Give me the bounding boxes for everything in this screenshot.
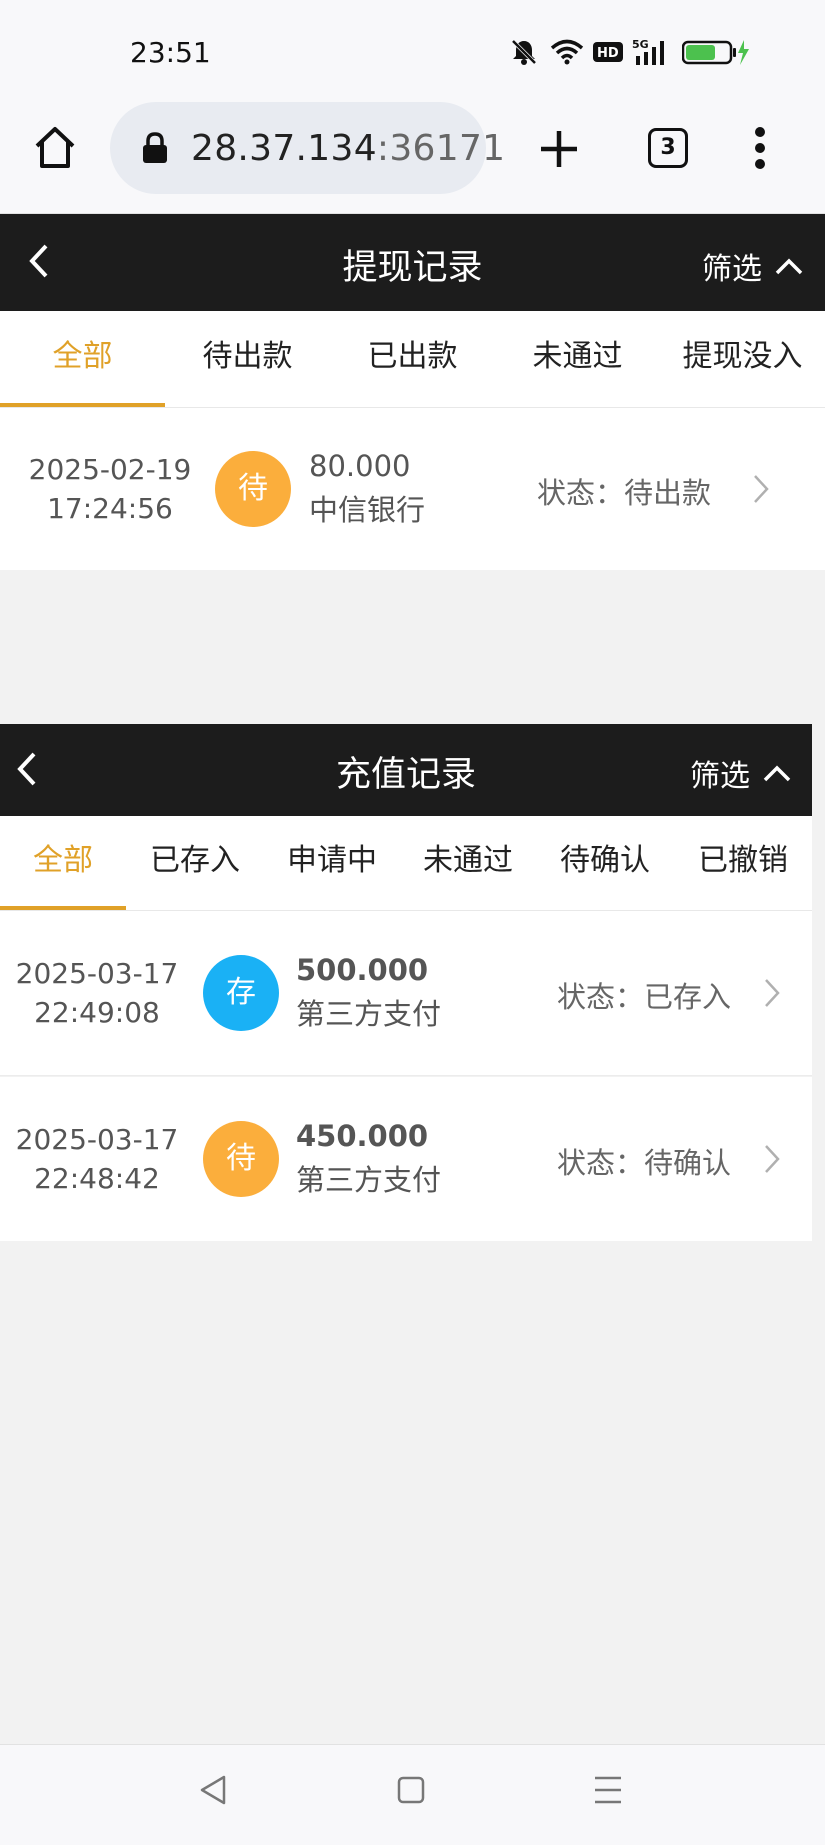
tab-deposit-0[interactable]: 全部 (0, 816, 126, 910)
hd-label: HD (597, 46, 619, 61)
battery-level-fill (686, 45, 715, 60)
record-time: 22:49:08 (34, 996, 160, 1029)
record-row[interactable]: 2025-02-19 17:24:56 待 80.000 中信银行 状态：待出款 (0, 408, 825, 570)
nav-home-button[interactable] (396, 1773, 426, 1807)
record-amount: 500.000 (296, 953, 429, 987)
wifi-icon (550, 39, 584, 65)
status-icons: HD 5G (510, 38, 752, 66)
lock-icon (142, 132, 168, 164)
system-navigation-bar (0, 1744, 825, 1845)
tab-count: 3 (660, 135, 676, 160)
record-payment-method: 中信银行 (309, 493, 426, 527)
network-label: 5G (632, 38, 649, 51)
url-host: 28.37.134 (191, 128, 377, 169)
deposit-header: 充值记录 筛选 (0, 724, 812, 816)
tab-deposit-3[interactable]: 未通过 (400, 816, 536, 910)
record-datetime: 2025-03-17 22:48:42 (7, 1120, 187, 1198)
tab-withdraw-4[interactable]: 提现没入 (660, 311, 825, 407)
record-datetime: 2025-03-17 22:49:08 (7, 954, 187, 1032)
tab-withdraw-2[interactable]: 已出款 (330, 311, 495, 407)
chevron-right-icon (763, 1143, 781, 1175)
chevron-right-icon (763, 977, 781, 1009)
record-date: 2025-03-17 (15, 957, 179, 990)
more-vert-icon (755, 127, 765, 169)
status-badge: 待 (203, 1121, 279, 1197)
record-amount: 450.000 (296, 1119, 429, 1153)
back-triangle-icon (200, 1775, 226, 1805)
plus-icon (541, 131, 577, 167)
deposit-status-tabs: 全部 已存入 申请中 未通过 待确认 已撤销 (0, 816, 812, 912)
mute-bell-icon (510, 39, 538, 65)
more-menu-button[interactable] (750, 126, 770, 170)
status-bar: 23:51 HD 5G (0, 0, 825, 100)
filter-label: 筛选 (702, 252, 762, 287)
record-payment-method: 第三方支付 (296, 1163, 442, 1197)
record-status: 状态：已存入 (557, 980, 732, 1014)
chevron-up-icon (763, 765, 791, 782)
tab-deposit-2[interactable]: 申请中 (264, 816, 400, 910)
filter-button[interactable]: 筛选 (702, 244, 804, 288)
status-badge: 存 (203, 955, 279, 1031)
record-time: 17:24:56 (47, 492, 173, 525)
address-bar[interactable]: 28.37.134:36171 (110, 102, 505, 194)
nav-back-button[interactable] (198, 1773, 228, 1807)
record-row[interactable]: 2025-03-17 22:49:08 存 500.000 第三方支付 状态：已存入 (0, 911, 812, 1075)
record-payment-method: 第三方支付 (296, 997, 442, 1031)
record-status: 状态：待出款 (537, 476, 712, 510)
record-row[interactable]: 2025-03-17 22:48:42 待 450.000 第三方支付 状态：待确认 (0, 1077, 812, 1241)
nav-recents-button[interactable] (592, 1773, 624, 1807)
home-icon (35, 127, 75, 168)
record-date: 2025-03-17 (15, 1123, 179, 1156)
status-time: 23:51 (130, 36, 211, 69)
tab-deposit-4[interactable]: 待确认 (536, 816, 674, 910)
tab-deposit-1[interactable]: 已存入 (126, 816, 264, 910)
home-button[interactable] (31, 124, 79, 172)
tabs-button[interactable]: 3 (648, 128, 688, 168)
withdraw-header: 提现记录 筛选 (0, 214, 825, 311)
hd-icon: HD (592, 40, 624, 64)
home-square-icon (397, 1776, 425, 1804)
filter-button[interactable]: 筛选 (690, 751, 792, 795)
url-text: 28.37.134:36171 (191, 128, 505, 169)
record-time: 22:48:42 (34, 1162, 160, 1195)
battery-charging-icon (682, 38, 752, 66)
browser-toolbar: 28.37.134:36171 3 (0, 100, 825, 214)
5g-signal-icon: 5G (632, 38, 672, 66)
new-tab-button[interactable] (538, 128, 580, 170)
tab-deposit-5[interactable]: 已撤销 (674, 816, 812, 910)
record-date: 2025-02-19 (28, 453, 192, 486)
record-datetime: 2025-02-19 17:24:56 (20, 450, 200, 528)
withdraw-status-tabs: 全部 待出款 已出款 未通过 提现没入 (0, 311, 825, 409)
row-divider (0, 1075, 812, 1076)
chevron-up-icon (775, 258, 803, 275)
record-amount: 80.000 (309, 449, 411, 483)
chevron-right-icon (752, 473, 770, 505)
status-badge: 待 (215, 451, 291, 527)
recents-menu-icon (595, 1776, 621, 1804)
tab-withdraw-1[interactable]: 待出款 (165, 311, 330, 407)
url-port: :36171 (376, 128, 506, 169)
tab-withdraw-3[interactable]: 未通过 (495, 311, 660, 407)
tab-withdraw-0[interactable]: 全部 (0, 311, 165, 407)
filter-label: 筛选 (690, 759, 750, 794)
record-status: 状态：待确认 (557, 1146, 732, 1180)
